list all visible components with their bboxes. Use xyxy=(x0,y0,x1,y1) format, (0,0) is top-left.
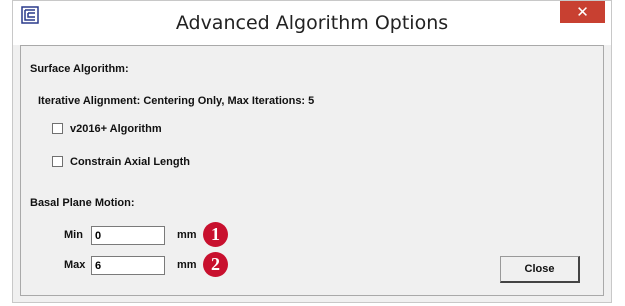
max-label: Max xyxy=(64,259,86,271)
window-title: Advanced Algorithm Options xyxy=(175,12,449,34)
min-input[interactable] xyxy=(91,226,165,245)
max-input[interactable] xyxy=(91,256,165,275)
close-icon: ✕ xyxy=(576,4,589,21)
max-unit-label: mm xyxy=(177,259,197,271)
min-label: Min xyxy=(64,229,83,241)
callout-badge-1: 1 xyxy=(203,222,228,247)
basal-plane-motion-heading: Basal Plane Motion: xyxy=(30,197,135,209)
dialog-client-area: Surface Algorithm: Iterative Alignment: … xyxy=(20,45,604,296)
surface-algorithm-description: Iterative Alignment: Centering Only, Max… xyxy=(38,95,315,107)
min-unit-label: mm xyxy=(177,229,197,241)
close-button[interactable]: Close xyxy=(500,256,580,283)
callout-badge-2: 2 xyxy=(203,252,228,277)
surface-algorithm-heading: Surface Algorithm: xyxy=(30,63,129,75)
close-window-button[interactable]: ✕ xyxy=(560,1,605,23)
dialog-window: Advanced Algorithm Options ✕ Surface Alg… xyxy=(12,0,612,303)
v2016-algorithm-checkbox[interactable] xyxy=(52,123,63,134)
v2016-algorithm-label[interactable]: v2016+ Algorithm xyxy=(70,123,162,135)
constrain-axial-length-checkbox[interactable] xyxy=(52,156,63,167)
constrain-axial-length-label[interactable]: Constrain Axial Length xyxy=(70,156,190,168)
title-bar[interactable]: Advanced Algorithm Options ✕ xyxy=(13,1,611,45)
